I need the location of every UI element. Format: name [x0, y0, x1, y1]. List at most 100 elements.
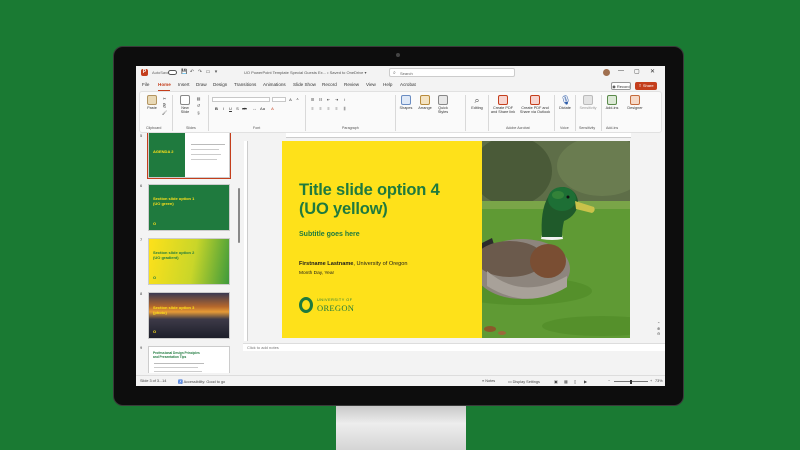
layout-icon[interactable]: ▤	[196, 96, 201, 101]
slide-thumbnail-6[interactable]: Section slide option 1 (UO green) O	[148, 184, 230, 231]
decrease-indent-icon[interactable]: ⇤	[326, 97, 331, 102]
font-color-icon[interactable]: A	[270, 106, 275, 111]
slideshow-view-icon[interactable]: ▶	[584, 379, 587, 384]
slide-thumbnail-7[interactable]: Section slide option 2 (UO gradient) O	[148, 238, 230, 285]
designer-button[interactable]: Designer	[625, 95, 645, 110]
increase-font-icon[interactable]: A	[288, 97, 293, 102]
numbering-icon[interactable]: ☷	[318, 97, 323, 102]
save-icon[interactable]: 💾	[181, 69, 187, 76]
shadow-icon[interactable]: S	[235, 106, 240, 111]
zoom-level[interactable]: 73%	[655, 379, 663, 383]
tab-home[interactable]: Home	[158, 82, 171, 87]
tab-record[interactable]: Record	[322, 82, 337, 87]
scrollbar-thumb[interactable]	[238, 188, 240, 243]
tab-view[interactable]: View	[366, 82, 376, 87]
align-left-icon[interactable]: ≡	[310, 106, 315, 111]
format-painter-icon[interactable]: 🖌	[162, 110, 167, 115]
tab-transitions[interactable]: Transitions	[234, 82, 256, 87]
strikethrough-icon[interactable]: ab	[242, 106, 247, 111]
font-size-box[interactable]	[272, 97, 286, 102]
reading-view-icon[interactable]: ▯	[574, 379, 576, 384]
font-name-box[interactable]	[212, 97, 270, 102]
mallard-duck-photo[interactable]	[482, 141, 630, 338]
tab-design[interactable]: Design	[213, 82, 227, 87]
justify-icon[interactable]: ≡	[334, 106, 339, 111]
record-button[interactable]: ◉ Record	[611, 82, 631, 90]
change-case-icon[interactable]: Aa	[260, 106, 265, 111]
share-button[interactable]: ⇪ Share	[635, 82, 657, 90]
zoom-out-button[interactable]: −	[608, 379, 610, 383]
shapes-button[interactable]: Shapes	[398, 95, 414, 110]
slide-subtitle[interactable]: Subtitle goes here	[299, 231, 360, 238]
thumb-green-panel	[149, 133, 185, 177]
tab-review[interactable]: Review	[344, 82, 359, 87]
align-center-icon[interactable]: ≡	[318, 106, 323, 111]
zoom-slider-thumb[interactable]	[630, 379, 632, 384]
zoom-out-icon[interactable]: ⊖	[657, 331, 661, 336]
slide-thumbnail-8[interactable]: Section slide option 3 (photo) O	[148, 292, 230, 339]
display-settings-button[interactable]: ▭ Display Settings	[508, 379, 540, 384]
tab-insert[interactable]: Insert	[178, 82, 190, 87]
thumbnail-scrollbar[interactable]	[237, 133, 241, 373]
tab-draw[interactable]: Draw	[196, 82, 207, 87]
tab-animations[interactable]: Animations	[263, 82, 286, 87]
underline-icon[interactable]: U	[228, 106, 233, 111]
new-slide-button[interactable]: New Slide	[176, 95, 194, 114]
add-ins-button[interactable]: Add-ins	[603, 95, 621, 110]
tab-slide-show[interactable]: Slide Show	[293, 82, 316, 87]
maximize-button[interactable]: ▢	[634, 68, 640, 75]
line-spacing-icon[interactable]: ↕	[342, 97, 347, 102]
thumb-number: 5	[140, 133, 143, 138]
bold-icon[interactable]: B	[214, 106, 219, 111]
cut-icon[interactable]: ✂	[162, 96, 167, 101]
zoom-in-button[interactable]: +	[650, 379, 652, 383]
close-button[interactable]: ✕	[650, 68, 655, 75]
editing-button[interactable]: ⌕ Editing	[468, 95, 486, 110]
slide-thumbnail-5[interactable]: AGENDA 2	[147, 133, 231, 179]
notes-pane[interactable]: Click to add notes	[243, 343, 665, 351]
accessibility-status[interactable]: ♿ Accessibility: Good to go	[178, 379, 225, 384]
document-filename[interactable]: UO PowerPoint Template Special Guests Ex…	[244, 70, 367, 75]
redo-icon[interactable]: ↷	[197, 69, 203, 76]
quick-styles-button[interactable]: Quick Styles	[435, 95, 451, 114]
slide-sorter-icon[interactable]: ▦	[564, 379, 568, 384]
copy-icon[interactable]: ⎘	[162, 103, 167, 108]
increase-indent-icon[interactable]: ⇥	[334, 97, 339, 102]
decrease-font-icon[interactable]: A	[295, 97, 300, 102]
presenter-line[interactable]: Firstname Lastname, University of Oregon	[299, 261, 408, 267]
tab-acrobat[interactable]: Acrobat	[400, 82, 416, 87]
spacing-icon[interactable]: ↔	[252, 106, 257, 111]
slide-canvas[interactable]: Title slide option 4 (UO yellow) Subtitl…	[282, 141, 630, 338]
arrange-button[interactable]: Arrange	[416, 95, 434, 110]
start-slideshow-icon[interactable]: ▭	[205, 69, 211, 76]
user-avatar[interactable]	[603, 69, 610, 76]
tab-file[interactable]: File	[142, 82, 149, 87]
slide-title[interactable]: Title slide option 4 (UO yellow)	[299, 181, 489, 219]
undo-icon[interactable]: ↶	[189, 69, 195, 76]
autosave-toggle[interactable]	[168, 70, 177, 75]
tab-help[interactable]: Help	[383, 82, 392, 87]
create-pdf-outlook-button[interactable]: Create PDF and Share via Outlook	[518, 95, 552, 114]
dictate-button[interactable]: 🎙 Dictate	[557, 95, 573, 110]
slide-thumbnail-9[interactable]: Professional Design Principles and Prese…	[148, 346, 230, 373]
create-pdf-label: Create PDF and Share link	[490, 106, 516, 114]
monitor-stand	[336, 406, 466, 450]
logo-text-line1: UNIVERSITY OF	[317, 298, 353, 302]
minimize-button[interactable]: —	[618, 68, 624, 74]
search-box[interactable]: ⌕ Search	[389, 68, 515, 77]
sensitivity-button[interactable]: Sensitivity	[577, 95, 599, 110]
bullets-icon[interactable]: ☰	[310, 97, 315, 102]
columns-icon[interactable]: ⫼	[342, 106, 347, 111]
section-icon[interactable]: §	[196, 110, 201, 115]
italic-icon[interactable]: I	[221, 106, 226, 111]
thumb-number: 8	[140, 291, 143, 296]
create-pdf-share-link-button[interactable]: Create PDF and Share link	[490, 95, 516, 114]
quick-styles-icon	[438, 95, 448, 105]
reset-icon[interactable]: ↺	[196, 103, 201, 108]
customize-qat-icon[interactable]: ▾	[213, 69, 219, 76]
paste-button[interactable]: Paste	[144, 95, 160, 110]
notes-button[interactable]: ≡ Notes	[482, 379, 495, 383]
normal-view-icon[interactable]: ▣	[554, 379, 558, 384]
presentation-date[interactable]: Month Day, Year	[299, 271, 334, 276]
align-right-icon[interactable]: ≡	[326, 106, 331, 111]
